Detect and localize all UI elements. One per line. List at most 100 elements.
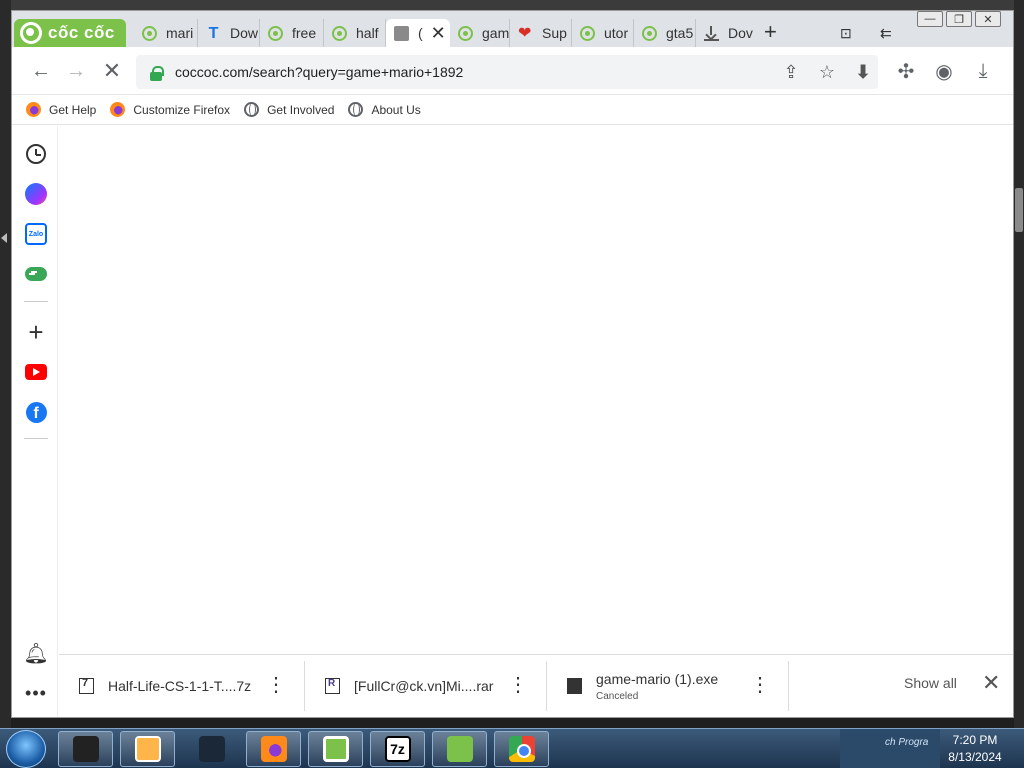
stop-loading-button[interactable]: ✕ bbox=[98, 57, 126, 85]
exe-file-icon bbox=[567, 678, 582, 694]
download-menu-icon[interactable]: ⋮ bbox=[750, 675, 770, 695]
chrome-icon bbox=[508, 736, 535, 762]
tab-label: utor bbox=[604, 25, 629, 41]
taskbar-7zip[interactable]: 7z bbox=[370, 731, 425, 767]
tab-label: gam bbox=[482, 25, 510, 41]
taskbar-app-1[interactable] bbox=[58, 731, 113, 767]
page-icon bbox=[394, 25, 409, 41]
sidebar-divider bbox=[24, 438, 48, 439]
system-tray[interactable] bbox=[840, 729, 940, 768]
coccoc-logo-icon bbox=[20, 22, 42, 44]
heart-icon: ❤ bbox=[518, 24, 532, 42]
tab-2[interactable]: T Dow bbox=[198, 19, 260, 47]
plus-icon: + bbox=[28, 317, 44, 347]
taskbar-media-player[interactable] bbox=[120, 731, 175, 767]
coccoc-icon bbox=[322, 736, 349, 762]
taskbar-utorrent[interactable] bbox=[432, 731, 487, 767]
desktop-top-edge bbox=[0, 0, 1024, 10]
scrollbar-thumb[interactable] bbox=[1015, 188, 1023, 232]
coccoc-icon bbox=[642, 25, 657, 41]
tab-8[interactable]: utor bbox=[572, 19, 634, 47]
back-button[interactable]: ← bbox=[27, 57, 55, 85]
maximize-button[interactable]: ❐ bbox=[946, 11, 972, 27]
tab-4[interactable]: half bbox=[324, 19, 386, 47]
close-tab-icon[interactable]: ✕ bbox=[431, 23, 446, 44]
firefox-icon bbox=[26, 102, 41, 117]
download-item[interactable]: game-mario (1).exe Canceled ⋮ bbox=[547, 661, 789, 711]
bookmark-get-involved[interactable]: Get Involved bbox=[244, 102, 334, 117]
taskbar-coccoc[interactable] bbox=[308, 731, 363, 767]
show-all-button[interactable]: Show all bbox=[904, 675, 957, 691]
tab-7[interactable]: ❤ Sup bbox=[510, 19, 572, 47]
desktop-left-edge bbox=[0, 0, 11, 728]
close-downloads-bar-icon[interactable]: ✕ bbox=[982, 670, 1000, 696]
download-menu-icon[interactable]: ⋮ bbox=[266, 675, 286, 695]
sidebar-zalo-button[interactable]: Zalo bbox=[24, 222, 48, 246]
download-status: Canceled bbox=[596, 690, 639, 702]
tab-1[interactable]: mari bbox=[134, 19, 198, 47]
bookmark-star-icon[interactable]: ☆ bbox=[814, 59, 840, 85]
url-text[interactable]: coccoc.com/search?query=game+mario+1892 bbox=[175, 64, 463, 80]
sidebar-notifications-button[interactable]: 🔔︎ bbox=[23, 641, 49, 665]
tab-9[interactable]: gta5 bbox=[634, 19, 696, 47]
tab-label: Dow bbox=[230, 25, 259, 41]
download-item[interactable]: [FullCr@ck.vn]Mi....rar ⋮ bbox=[305, 661, 547, 711]
bell-icon: 🔔︎ bbox=[23, 642, 49, 665]
savior-download-icon[interactable]: ⬇ bbox=[850, 59, 876, 85]
downloads-icon[interactable]: ⤓ bbox=[969, 57, 997, 85]
logo-text: cốc cốc bbox=[48, 23, 115, 42]
desktop-scrollbar[interactable] bbox=[1014, 0, 1024, 728]
tab-5-active[interactable]: ( ✕ bbox=[386, 19, 450, 47]
sidebar-add-button[interactable]: + bbox=[24, 317, 48, 347]
forward-button[interactable]: → bbox=[62, 57, 90, 85]
rar-file-icon bbox=[325, 678, 340, 694]
sync-icon[interactable]: ⇇ bbox=[880, 25, 892, 42]
download-menu-icon[interactable]: ⋮ bbox=[508, 675, 528, 695]
sidebar-youtube-button[interactable] bbox=[24, 360, 48, 384]
media-player-icon bbox=[134, 736, 161, 762]
bookmark-about-us[interactable]: About Us bbox=[348, 102, 421, 117]
lock-icon[interactable] bbox=[136, 63, 176, 83]
coccoc-logo-button[interactable]: cốc cốc bbox=[14, 19, 126, 47]
sidebar-facebook-button[interactable]: f bbox=[24, 400, 48, 424]
browser-window: cốc cốc mari T Dow free half ( ✕ gam ❤ S… bbox=[11, 10, 1014, 718]
start-button[interactable] bbox=[6, 730, 46, 768]
bookmark-label: Customize Firefox bbox=[133, 102, 231, 117]
tab-label: Sup bbox=[542, 25, 567, 41]
new-tab-button[interactable]: + bbox=[764, 21, 777, 43]
page-content bbox=[59, 126, 1013, 654]
bookmark-customize-firefox[interactable]: Customize Firefox bbox=[110, 102, 230, 117]
minimize-button[interactable]: — bbox=[917, 11, 943, 27]
clock-time: 7:20 PM bbox=[952, 733, 998, 747]
globe-icon bbox=[244, 102, 260, 117]
bookmark-label: Get Involved bbox=[267, 102, 335, 117]
coccoc-icon bbox=[332, 25, 347, 41]
download-filename: game-mario (1).exe bbox=[596, 670, 719, 687]
sidebar-history-button[interactable] bbox=[24, 142, 48, 166]
sidebar-messenger-button[interactable] bbox=[24, 182, 48, 206]
bookmark-get-help[interactable]: Get Help bbox=[26, 102, 96, 117]
profile-icon[interactable]: ◉ bbox=[930, 57, 958, 85]
coccoc-icon bbox=[580, 25, 595, 41]
sidebar-more-button[interactable]: ••• bbox=[24, 681, 48, 705]
tab-3[interactable]: free bbox=[260, 19, 324, 47]
tray-search-text: ch Progra bbox=[885, 737, 929, 748]
taskbar-steam[interactable] bbox=[184, 731, 239, 767]
tab-10[interactable]: Dov bbox=[696, 19, 758, 47]
taskbar-firefox[interactable] bbox=[246, 731, 301, 767]
app-window-icon bbox=[72, 736, 99, 762]
share-icon[interactable]: ⇪ bbox=[778, 59, 804, 85]
extensions-icon[interactable]: ✣ bbox=[892, 57, 920, 85]
taskbar-chrome[interactable] bbox=[494, 731, 549, 767]
tab-6[interactable]: gam bbox=[450, 19, 510, 47]
sidebar: Zalo + f 🔔︎ ••• bbox=[12, 126, 58, 717]
tab-search-icon[interactable]: ⊡ bbox=[840, 25, 852, 42]
sidebar-games-button[interactable] bbox=[24, 262, 48, 286]
address-bar[interactable]: coccoc.com/search?query=game+mario+1892 … bbox=[136, 55, 878, 89]
taskbar-clock[interactable]: 7:20 PM 8/13/2024 bbox=[940, 732, 1010, 766]
steam-icon bbox=[198, 736, 225, 762]
more-dots-icon: ••• bbox=[25, 682, 47, 703]
download-item[interactable]: Half-Life-CS-1-1-T....7z ⋮ bbox=[59, 661, 305, 711]
close-window-button[interactable]: ✕ bbox=[975, 11, 1001, 27]
download-text: game-mario (1).exe Canceled bbox=[596, 671, 718, 702]
